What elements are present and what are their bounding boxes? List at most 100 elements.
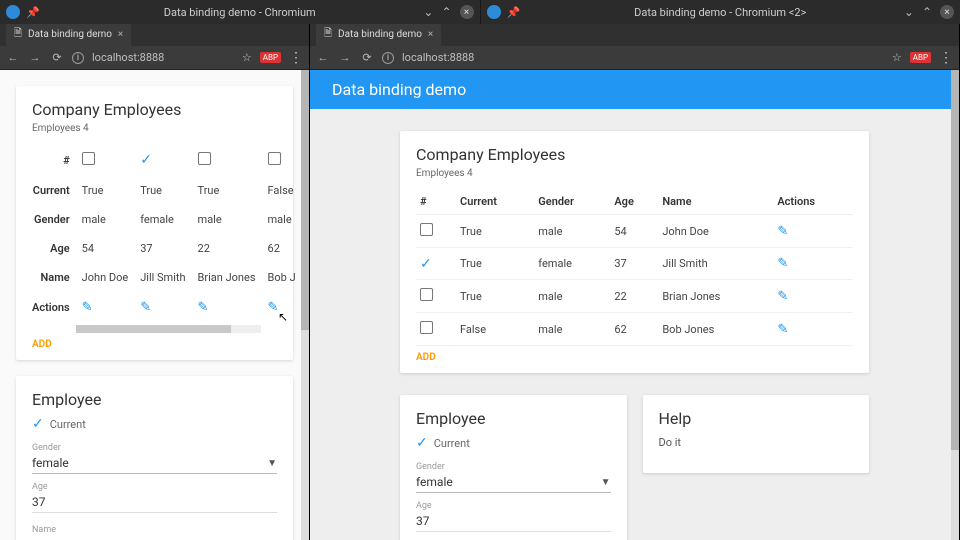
menu-icon[interactable]: ⋮ bbox=[289, 50, 303, 66]
card-title: Employee bbox=[32, 390, 277, 409]
employees-card: Company Employees Employees 4 # ✓ Curren… bbox=[16, 86, 293, 360]
horizontal-scrollbar[interactable] bbox=[76, 325, 261, 333]
employee-count: Employees 4 bbox=[32, 123, 277, 134]
age-input[interactable]: 37 bbox=[416, 511, 611, 532]
row-checkbox[interactable] bbox=[420, 223, 433, 236]
page-content-left: Company Employees Employees 4 # ✓ Curren… bbox=[0, 70, 309, 540]
row-checkbox-checked[interactable]: ✓ bbox=[420, 256, 432, 272]
header-actions: Actions bbox=[32, 292, 76, 323]
name-input[interactable]: Jill Smith bbox=[32, 535, 277, 540]
edit-icon[interactable]: ✎ bbox=[198, 300, 209, 315]
card-title: Company Employees bbox=[416, 145, 853, 164]
edit-icon[interactable]: ✎ bbox=[82, 300, 93, 315]
edit-icon[interactable]: ✎ bbox=[777, 322, 788, 337]
extension-badge[interactable]: ABP bbox=[260, 52, 281, 63]
address-bar[interactable]: localhost:8888 bbox=[92, 51, 234, 64]
table-row: Age 54 37 22 62 bbox=[32, 234, 302, 263]
current-checkbox[interactable]: ✓ bbox=[32, 417, 44, 431]
header-gender: Gender bbox=[32, 205, 76, 234]
employees-table-narrow: # ✓ Current True True True False bbox=[32, 144, 302, 323]
header-name: Name bbox=[32, 263, 76, 292]
age-label: Age bbox=[32, 482, 277, 492]
card-title: Help bbox=[659, 409, 854, 428]
card-title: Company Employees bbox=[32, 100, 277, 119]
tab-close-icon[interactable]: × bbox=[118, 29, 123, 40]
card-title: Employee bbox=[416, 409, 611, 428]
gender-select[interactable]: female ▼ bbox=[32, 453, 277, 474]
page-content-right: Data binding demo Company Employees Empl… bbox=[310, 70, 959, 540]
table-row: Current True True True False bbox=[32, 176, 302, 205]
back-button[interactable]: ← bbox=[6, 51, 20, 64]
wm-titlebar-left: 📌 Data binding demo - Chromium ⌄ ⌃ × bbox=[0, 0, 481, 24]
header-age: Age bbox=[610, 189, 658, 215]
table-row: Gender male female male male bbox=[32, 205, 302, 234]
table-row: # ✓ bbox=[32, 144, 302, 176]
employee-card: Employee ✓ Current Gender female ▼ Age 3… bbox=[16, 376, 293, 540]
employees-card: Company Employees Employees 4 # Current … bbox=[400, 131, 869, 373]
header-num: # bbox=[32, 144, 76, 176]
maximize-icon[interactable]: ⌃ bbox=[441, 5, 451, 19]
tab-label: Data binding demo bbox=[338, 29, 422, 40]
close-icon[interactable]: × bbox=[940, 5, 954, 19]
help-text: Do it bbox=[659, 432, 854, 463]
bookmark-icon[interactable]: ☆ bbox=[242, 51, 252, 64]
close-icon[interactable]: × bbox=[460, 5, 474, 19]
tab-label: Data binding demo bbox=[28, 29, 112, 40]
window-title-right: Data binding demo - Chromium <2> bbox=[634, 6, 806, 19]
pin-icon[interactable]: 📌 bbox=[26, 6, 40, 19]
chromium-icon bbox=[6, 5, 20, 19]
tab[interactable]: 🗎 Data binding demo × bbox=[316, 24, 441, 46]
header-name: Name bbox=[658, 189, 773, 215]
age-input[interactable]: 37 bbox=[32, 492, 277, 513]
gender-value: female bbox=[32, 456, 69, 470]
employee-count: Employees 4 bbox=[416, 168, 853, 179]
site-info-icon[interactable]: i bbox=[382, 52, 394, 64]
edit-icon[interactable]: ✎ bbox=[140, 300, 151, 315]
edit-icon[interactable]: ✎ bbox=[777, 289, 788, 304]
menu-icon[interactable]: ⋮ bbox=[939, 50, 953, 66]
minimize-icon[interactable]: ⌄ bbox=[423, 5, 433, 19]
employees-table: # Current Gender Age Name Actions True m… bbox=[416, 189, 853, 346]
pin-icon[interactable]: 📌 bbox=[507, 6, 521, 19]
back-button[interactable]: ← bbox=[316, 51, 330, 64]
tab-favicon: 🗎 bbox=[324, 26, 332, 43]
address-bar[interactable]: localhost:8888 bbox=[402, 51, 884, 64]
gender-select[interactable]: female ▼ bbox=[416, 472, 611, 493]
vertical-scrollbar[interactable] bbox=[951, 70, 959, 540]
header-num: # bbox=[416, 189, 456, 215]
maximize-icon[interactable]: ⌃ bbox=[922, 5, 932, 19]
current-label: Current bbox=[434, 437, 470, 450]
row-checkbox[interactable] bbox=[198, 152, 211, 165]
add-button[interactable]: ADD bbox=[32, 333, 52, 350]
edit-icon[interactable]: ✎ bbox=[777, 224, 788, 239]
reload-button[interactable]: ⟳ bbox=[50, 51, 64, 64]
extension-badge[interactable]: ABP bbox=[910, 52, 931, 63]
wm-titlebar-right: 📌 Data binding demo - Chromium <2> ⌄ ⌃ × bbox=[481, 0, 960, 24]
bookmark-icon[interactable]: ☆ bbox=[892, 51, 902, 64]
chromium-icon bbox=[487, 5, 501, 19]
edit-icon[interactable]: ✎ bbox=[268, 300, 279, 315]
tab-close-icon[interactable]: × bbox=[428, 29, 433, 40]
tab[interactable]: 🗎 Data binding demo × bbox=[6, 24, 131, 46]
table-row: Actions ✎ ✎ ✎ ✎ bbox=[32, 292, 302, 323]
site-info-icon[interactable]: i bbox=[72, 52, 84, 64]
vertical-scrollbar[interactable] bbox=[301, 70, 309, 540]
reload-button[interactable]: ⟳ bbox=[360, 51, 374, 64]
edit-icon[interactable]: ✎ bbox=[777, 256, 788, 271]
name-label: Name bbox=[32, 525, 277, 535]
current-checkbox[interactable]: ✓ bbox=[416, 436, 428, 450]
row-checkbox[interactable] bbox=[82, 152, 95, 165]
gender-label: Gender bbox=[416, 462, 611, 472]
row-checkbox-checked[interactable]: ✓ bbox=[140, 152, 152, 168]
header-current: Current bbox=[456, 189, 534, 215]
age-label: Age bbox=[416, 501, 611, 511]
forward-button[interactable]: → bbox=[338, 51, 352, 64]
header-gender: Gender bbox=[534, 189, 610, 215]
row-checkbox[interactable] bbox=[420, 321, 433, 334]
row-checkbox[interactable] bbox=[420, 288, 433, 301]
table-row: ✓ True female 37 Jill Smith ✎ bbox=[416, 248, 853, 280]
minimize-icon[interactable]: ⌄ bbox=[904, 5, 914, 19]
row-checkbox[interactable] bbox=[268, 152, 281, 165]
forward-button[interactable]: → bbox=[28, 51, 42, 64]
add-button[interactable]: ADD bbox=[416, 346, 436, 363]
